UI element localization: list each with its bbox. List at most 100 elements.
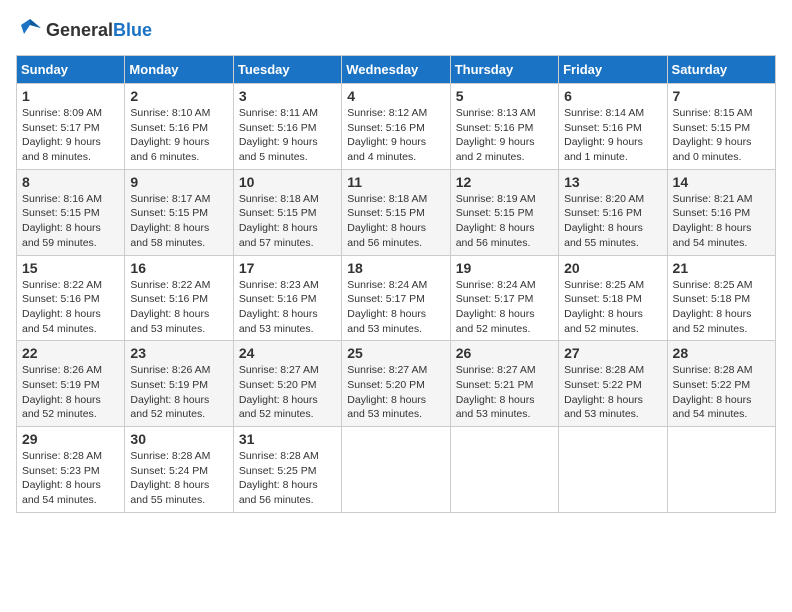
weekday-header-thursday: Thursday [450, 56, 558, 84]
daylight-label: Daylight: 8 hours and 52 minutes. [239, 394, 318, 421]
calendar-day-3: 3 Sunrise: 8:11 AM Sunset: 5:16 PM Dayli… [233, 84, 341, 170]
sunrise-label: Sunrise: 8:11 AM [239, 107, 318, 119]
day-info: Sunrise: 8:15 AM Sunset: 5:15 PM Dayligh… [673, 106, 770, 165]
daylight-label: Daylight: 8 hours and 52 minutes. [130, 394, 209, 421]
sunset-label: Sunset: 5:16 PM [130, 293, 208, 305]
day-number: 17 [239, 260, 336, 276]
sunset-label: Sunset: 5:16 PM [564, 207, 642, 219]
page-header: GeneralBlue [16, 16, 776, 45]
sunset-label: Sunset: 5:16 PM [456, 122, 534, 134]
calendar-day-7: 7 Sunrise: 8:15 AM Sunset: 5:15 PM Dayli… [667, 84, 775, 170]
daylight-label: Daylight: 8 hours and 56 minutes. [239, 479, 318, 506]
daylight-label: Daylight: 9 hours and 1 minute. [564, 136, 643, 163]
calendar-day-30: 30 Sunrise: 8:28 AM Sunset: 5:24 PM Dayl… [125, 427, 233, 513]
sunrise-label: Sunrise: 8:27 AM [239, 364, 319, 376]
sunset-label: Sunset: 5:17 PM [456, 293, 534, 305]
sunrise-label: Sunrise: 8:09 AM [22, 107, 102, 119]
daylight-label: Daylight: 9 hours and 2 minutes. [456, 136, 535, 163]
day-info: Sunrise: 8:25 AM Sunset: 5:18 PM Dayligh… [673, 278, 770, 337]
sunset-label: Sunset: 5:16 PM [239, 122, 317, 134]
day-info: Sunrise: 8:11 AM Sunset: 5:16 PM Dayligh… [239, 106, 336, 165]
calendar-day-27: 27 Sunrise: 8:28 AM Sunset: 5:22 PM Dayl… [559, 341, 667, 427]
sunrise-label: Sunrise: 8:19 AM [456, 193, 536, 205]
sunrise-label: Sunrise: 8:25 AM [564, 279, 644, 291]
day-number: 31 [239, 431, 336, 447]
day-info: Sunrise: 8:18 AM Sunset: 5:15 PM Dayligh… [347, 192, 444, 251]
calendar-day-5: 5 Sunrise: 8:13 AM Sunset: 5:16 PM Dayli… [450, 84, 558, 170]
calendar-day-22: 22 Sunrise: 8:26 AM Sunset: 5:19 PM Dayl… [17, 341, 125, 427]
daylight-label: Daylight: 8 hours and 56 minutes. [456, 222, 535, 249]
sunrise-label: Sunrise: 8:22 AM [130, 279, 210, 291]
logo: GeneralBlue [16, 16, 152, 45]
daylight-label: Daylight: 8 hours and 52 minutes. [673, 308, 752, 335]
day-info: Sunrise: 8:09 AM Sunset: 5:17 PM Dayligh… [22, 106, 119, 165]
sunset-label: Sunset: 5:15 PM [347, 207, 425, 219]
day-info: Sunrise: 8:25 AM Sunset: 5:18 PM Dayligh… [564, 278, 661, 337]
daylight-label: Daylight: 9 hours and 6 minutes. [130, 136, 209, 163]
day-number: 28 [673, 345, 770, 361]
sunrise-label: Sunrise: 8:17 AM [130, 193, 210, 205]
day-info: Sunrise: 8:27 AM Sunset: 5:21 PM Dayligh… [456, 363, 553, 422]
calendar-day-19: 19 Sunrise: 8:24 AM Sunset: 5:17 PM Dayl… [450, 255, 558, 341]
calendar-day-9: 9 Sunrise: 8:17 AM Sunset: 5:15 PM Dayli… [125, 169, 233, 255]
calendar-day-31: 31 Sunrise: 8:28 AM Sunset: 5:25 PM Dayl… [233, 427, 341, 513]
sunset-label: Sunset: 5:23 PM [22, 465, 100, 477]
calendar-day-17: 17 Sunrise: 8:23 AM Sunset: 5:16 PM Dayl… [233, 255, 341, 341]
day-info: Sunrise: 8:27 AM Sunset: 5:20 PM Dayligh… [347, 363, 444, 422]
sunset-label: Sunset: 5:16 PM [239, 293, 317, 305]
day-number: 7 [673, 88, 770, 104]
sunrise-label: Sunrise: 8:12 AM [347, 107, 427, 119]
calendar-day-1: 1 Sunrise: 8:09 AM Sunset: 5:17 PM Dayli… [17, 84, 125, 170]
sunset-label: Sunset: 5:17 PM [347, 293, 425, 305]
sunset-label: Sunset: 5:20 PM [347, 379, 425, 391]
daylight-label: Daylight: 8 hours and 52 minutes. [22, 394, 101, 421]
calendar-day-11: 11 Sunrise: 8:18 AM Sunset: 5:15 PM Dayl… [342, 169, 450, 255]
day-number: 19 [456, 260, 553, 276]
day-number: 12 [456, 174, 553, 190]
calendar-table: SundayMondayTuesdayWednesdayThursdayFrid… [16, 55, 776, 513]
day-number: 10 [239, 174, 336, 190]
day-number: 11 [347, 174, 444, 190]
sunset-label: Sunset: 5:22 PM [564, 379, 642, 391]
sunrise-label: Sunrise: 8:28 AM [673, 364, 753, 376]
day-number: 22 [22, 345, 119, 361]
daylight-label: Daylight: 8 hours and 53 minutes. [347, 394, 426, 421]
day-number: 13 [564, 174, 661, 190]
sunrise-label: Sunrise: 8:28 AM [22, 450, 102, 462]
sunrise-label: Sunrise: 8:24 AM [456, 279, 536, 291]
day-info: Sunrise: 8:28 AM Sunset: 5:24 PM Dayligh… [130, 449, 227, 508]
daylight-label: Daylight: 8 hours and 54 minutes. [22, 479, 101, 506]
weekday-header-monday: Monday [125, 56, 233, 84]
daylight-label: Daylight: 8 hours and 56 minutes. [347, 222, 426, 249]
calendar-day-6: 6 Sunrise: 8:14 AM Sunset: 5:16 PM Dayli… [559, 84, 667, 170]
sunrise-label: Sunrise: 8:24 AM [347, 279, 427, 291]
day-number: 4 [347, 88, 444, 104]
sunset-label: Sunset: 5:25 PM [239, 465, 317, 477]
day-info: Sunrise: 8:10 AM Sunset: 5:16 PM Dayligh… [130, 106, 227, 165]
day-info: Sunrise: 8:18 AM Sunset: 5:15 PM Dayligh… [239, 192, 336, 251]
day-number: 20 [564, 260, 661, 276]
calendar-day-28: 28 Sunrise: 8:28 AM Sunset: 5:22 PM Dayl… [667, 341, 775, 427]
sunset-label: Sunset: 5:21 PM [456, 379, 534, 391]
calendar-day-12: 12 Sunrise: 8:19 AM Sunset: 5:15 PM Dayl… [450, 169, 558, 255]
calendar-day-16: 16 Sunrise: 8:22 AM Sunset: 5:16 PM Dayl… [125, 255, 233, 341]
day-info: Sunrise: 8:26 AM Sunset: 5:19 PM Dayligh… [22, 363, 119, 422]
day-number: 3 [239, 88, 336, 104]
weekday-header-friday: Friday [559, 56, 667, 84]
day-number: 25 [347, 345, 444, 361]
calendar-day-8: 8 Sunrise: 8:16 AM Sunset: 5:15 PM Dayli… [17, 169, 125, 255]
calendar-day-13: 13 Sunrise: 8:20 AM Sunset: 5:16 PM Dayl… [559, 169, 667, 255]
day-number: 23 [130, 345, 227, 361]
daylight-label: Daylight: 8 hours and 55 minutes. [564, 222, 643, 249]
weekday-header-tuesday: Tuesday [233, 56, 341, 84]
day-info: Sunrise: 8:14 AM Sunset: 5:16 PM Dayligh… [564, 106, 661, 165]
daylight-label: Daylight: 9 hours and 0 minutes. [673, 136, 752, 163]
day-number: 6 [564, 88, 661, 104]
daylight-label: Daylight: 8 hours and 53 minutes. [564, 394, 643, 421]
sunset-label: Sunset: 5:17 PM [22, 122, 100, 134]
sunset-label: Sunset: 5:18 PM [564, 293, 642, 305]
day-info: Sunrise: 8:12 AM Sunset: 5:16 PM Dayligh… [347, 106, 444, 165]
daylight-label: Daylight: 8 hours and 59 minutes. [22, 222, 101, 249]
day-number: 1 [22, 88, 119, 104]
day-info: Sunrise: 8:13 AM Sunset: 5:16 PM Dayligh… [456, 106, 553, 165]
